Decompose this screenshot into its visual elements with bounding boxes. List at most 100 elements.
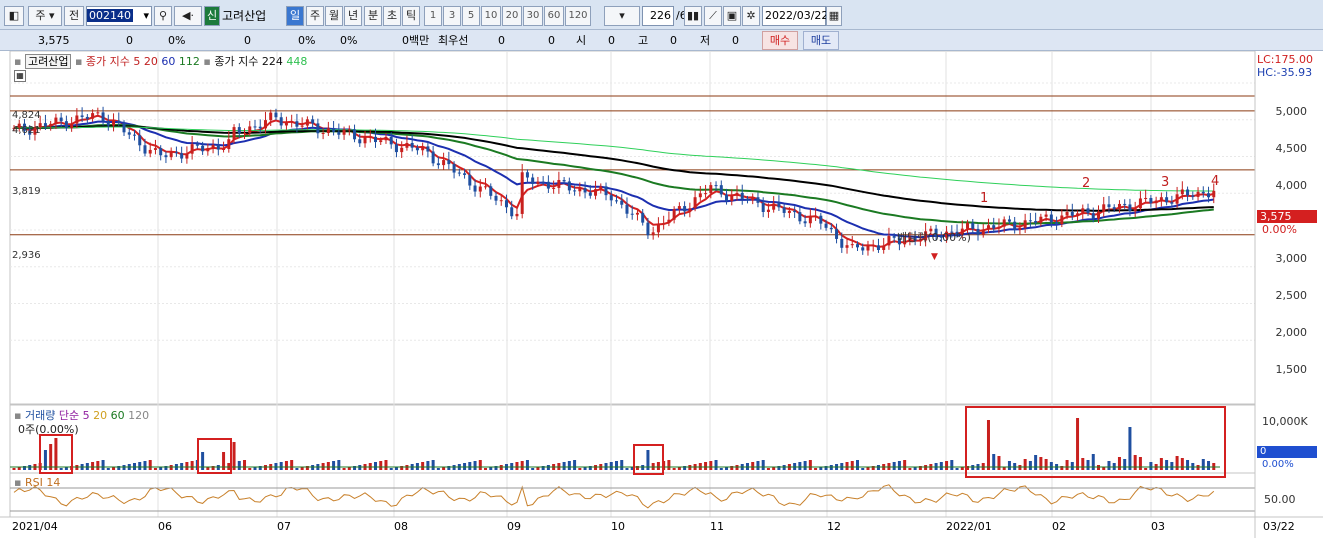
layout-icon[interactable]: ◧: [4, 6, 24, 26]
date-input[interactable]: 2022/03/22: [762, 6, 828, 26]
candle-body: [1170, 202, 1174, 204]
candle-body: [856, 244, 859, 248]
candle-type-icon[interactable]: ▮▮: [684, 6, 702, 26]
candle-body: [227, 139, 231, 149]
volume-current-tag: 0: [1257, 446, 1317, 458]
candle-body: [719, 185, 723, 195]
prev-button[interactable]: 전: [64, 6, 84, 26]
candle-body: [1159, 197, 1163, 201]
save-icon[interactable]: ▣: [723, 6, 741, 26]
interval-60[interactable]: 60: [544, 6, 564, 26]
volume-bar: [1007, 461, 1011, 470]
volume-bar: [484, 468, 488, 470]
candle-body: [258, 126, 262, 129]
volume-bar: [1086, 460, 1090, 470]
stock-name-label[interactable]: 고려산업: [24, 54, 72, 69]
volume-bar: [997, 456, 1001, 470]
annotation-3: 3: [1161, 175, 1170, 190]
x-label-10: 10: [611, 520, 625, 533]
candle-body: [54, 117, 58, 124]
volume-bar: [1165, 460, 1169, 470]
volume-bar: [148, 460, 152, 470]
stock-code-input[interactable]: 002140 ▾: [86, 6, 152, 26]
candle-body: [300, 125, 304, 127]
volume-bar: [232, 442, 236, 470]
volume-ma20-label: 20: [93, 409, 108, 422]
open-value: 0: [608, 34, 615, 47]
interval-120[interactable]: 120: [565, 6, 591, 26]
volume-bar: [667, 460, 671, 470]
tf-day[interactable]: 일: [286, 6, 304, 26]
candle-body: [1128, 204, 1132, 212]
sound-icon[interactable]: ◀·: [174, 6, 202, 26]
volume-bar: [1180, 458, 1184, 470]
candle-body: [133, 134, 136, 136]
candle-body: [332, 128, 336, 132]
candle-body: [656, 223, 660, 233]
period-select[interactable]: 주 ▾: [28, 6, 62, 26]
gear-icon[interactable]: ✲: [742, 6, 760, 26]
candle-body: [106, 121, 110, 126]
calendar-icon[interactable]: ▦: [826, 6, 842, 26]
chart-area[interactable]: [0, 51, 1323, 538]
candle-body: [143, 145, 147, 154]
tf-second[interactable]: 초: [383, 6, 401, 26]
candle-body: [850, 244, 854, 246]
candle-body: [463, 173, 467, 175]
candle-body: [845, 245, 849, 248]
tf-year[interactable]: 년: [344, 6, 362, 26]
x-label-03: 03: [1151, 520, 1165, 533]
table-icon[interactable]: ▦: [14, 70, 26, 82]
x-label-2022-01: 2022/01: [946, 520, 992, 533]
ma-label: 종가 지수 5: [85, 55, 141, 68]
interval-30[interactable]: 30: [523, 6, 543, 26]
axis-4500: 4,500: [1275, 142, 1308, 155]
high-label: 고: [638, 34, 649, 47]
interval-3[interactable]: 3: [443, 6, 461, 26]
search-icon[interactable]: ⚲: [154, 6, 172, 26]
sell-button[interactable]: 매도: [803, 31, 839, 50]
interval-custom[interactable]: ▾: [604, 6, 640, 26]
candle-body: [1076, 213, 1080, 216]
candle-body: [688, 208, 692, 212]
count-input[interactable]: 226: [642, 6, 674, 26]
volume-bar: [153, 468, 157, 470]
tf-tick[interactable]: 틱: [402, 6, 420, 26]
candle-body: [1133, 208, 1137, 212]
candle-body: [347, 129, 351, 131]
price-pane: [9, 51, 1256, 405]
volume-bar: [1123, 459, 1127, 470]
candle-body: [457, 172, 461, 174]
candle-body: [75, 115, 79, 124]
candle-body: [1097, 211, 1100, 219]
candle-body: [263, 120, 267, 129]
volume-bar: [798, 462, 802, 470]
tf-minute[interactable]: 분: [364, 6, 382, 26]
x-label-02: 02: [1052, 520, 1066, 533]
interval-10[interactable]: 10: [481, 6, 501, 26]
candle-body: [211, 145, 215, 149]
rsi-legend: ▪ RSI 14: [14, 476, 61, 489]
open-label: 시: [576, 34, 587, 47]
volume-bar: [814, 468, 818, 470]
tf-month[interactable]: 월: [325, 6, 343, 26]
shin-badge[interactable]: 신: [204, 6, 220, 26]
interval-5[interactable]: 5: [462, 6, 480, 26]
candle-body: [337, 131, 341, 135]
interval-20[interactable]: 20: [502, 6, 522, 26]
candle-body: [882, 245, 886, 250]
candle-body: [1013, 221, 1017, 230]
interval-1[interactable]: 1: [424, 6, 442, 26]
volume-bar: [96, 461, 100, 470]
volume-bar: [615, 461, 618, 470]
buy-button[interactable]: 매수: [762, 31, 798, 50]
volume-bar: [143, 461, 147, 470]
volume-bar: [1149, 462, 1153, 470]
volume-bar: [431, 460, 435, 470]
tf-week[interactable]: 주: [306, 6, 324, 26]
candle-body: [248, 126, 252, 133]
candle-body: [646, 222, 650, 236]
candle-body: [819, 215, 823, 224]
candle-body: [866, 245, 870, 251]
line-type-icon[interactable]: ⟋: [704, 6, 722, 26]
